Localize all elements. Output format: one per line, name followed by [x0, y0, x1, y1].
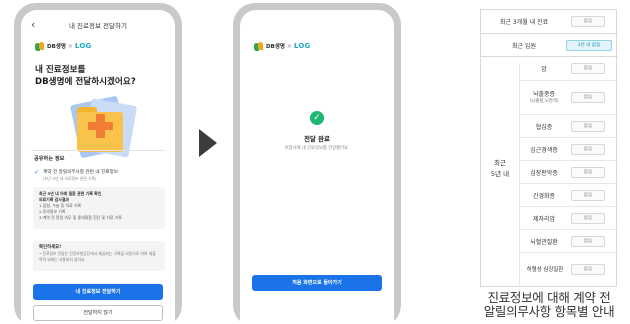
row-label: 간경화증 [532, 193, 556, 200]
heading-line-2: DB생명에 전달하시겠어요? [35, 77, 136, 87]
group-label: 최근 5년 내 [481, 158, 519, 180]
group-label-line: 5년 내 [490, 170, 510, 178]
status-badge: 없음 [571, 236, 605, 247]
status-badge: 없음 [571, 264, 605, 275]
brand-separator: × [286, 42, 292, 50]
caption: 진료정보에 대해 계약 전 알릴의무사항 항목별 안내 [474, 291, 624, 319]
row-sublabel: (뇌출혈,뇌경색) [529, 99, 559, 104]
brand-db-text: DB생명 [266, 44, 285, 50]
status-badge: 없음 [571, 121, 605, 132]
row-label: 심장판막증 [530, 170, 558, 177]
status-badge: 없음 [571, 63, 605, 74]
table-row: 간경화증 없음 [519, 183, 618, 206]
success-check-icon: ✓ [310, 111, 324, 125]
row-label: 최근 3개월 내 진료 [499, 19, 549, 26]
screen-title: 내 진료정보 전달하기 [69, 22, 127, 30]
check-icon: ✓ [34, 169, 40, 176]
notice-title: 확인하세요! [39, 245, 62, 250]
medical-folder-illustration [65, 95, 138, 159]
send-info-button[interactable]: 내 진료정보 전달하기 [33, 284, 163, 300]
caption-line-1: 진료정보에 대해 계약 전 [487, 290, 611, 305]
row-label: 암 [541, 66, 547, 73]
info-line: 3.계약 전 알릴 의무 및 중대질환 진단 및 치료 기록 [39, 215, 122, 220]
shared-info-subtext: (최근 5년 내 의료정보 관련 기록) [43, 176, 97, 181]
brand-separator: × [67, 42, 73, 50]
table-row: 최근 3개월 내 진료 없음 [481, 10, 618, 33]
page-heading: 내 진료정보를 DB생명에 전달하시겠어요? [35, 64, 136, 88]
notice-box: 확인하세요! • 진료정보 전달은 건강보험공단에서 제공되는 기록을 바탕으로… [33, 241, 165, 271]
table-row: 암 없음 [519, 57, 618, 80]
row-label: 뇌졸중증 [532, 91, 556, 98]
phone-frame-right: DB생명 × LOG ✓ 전달 완료 보험사에 내 진료정보를 전달했어요. 처… [233, 3, 401, 324]
back-to-home-button[interactable]: 처음 화면으로 돌아가기 [252, 275, 382, 291]
row-label: 뇌혈관질환 [530, 239, 558, 246]
top-bar: ‹ 내 진료정보 전달하기 [21, 18, 175, 32]
status-badge: 없음 [571, 190, 605, 201]
row-label: 제자리암 [532, 216, 556, 223]
shared-info-item: ✓ 계약 전 알릴의무사항 관련 내 진료정보 (최근 5년 내 의료정보 관련… [34, 169, 165, 182]
table-row: 심장판막증 없음 [519, 160, 618, 183]
table-row: 뇌혈관질환 없음 [519, 229, 618, 252]
row-label: 최근 입원 [512, 43, 536, 50]
table-row: 뇌졸중증 (뇌출혈,뇌경색) 없음 [519, 80, 618, 114]
decline-button[interactable]: 전달하지 않기 [33, 305, 163, 321]
table-row: 협심증 없음 [519, 114, 618, 137]
info-box: 최근 5년 내 아래 질환 관련 기록 확인 의료기록 검사결과 1.입원, 수… [33, 187, 165, 229]
complete-subtitle: 보험사에 내 진료정보를 전달했어요. [284, 146, 350, 151]
row-label: 허혈성 심장질환 [526, 267, 564, 273]
brand-logo: DB생명 × LOG [254, 41, 310, 51]
table-row: 최근 입원 3년 내 없음 [481, 33, 618, 56]
caption-line-2: 알릴의무사항 항목별 안내 [483, 304, 615, 319]
notice-text: • 진료정보 전달은 건강보험공단에서 제공되는 기록을 바탕으로 하며 제출 … [39, 251, 156, 262]
status-badge: 없음 [571, 144, 605, 155]
shared-info-text: 계약 전 알릴의무사항 관련 내 진료정보 [43, 170, 118, 175]
brand-db-text: DB생명 [47, 44, 66, 50]
disclosure-table: 최근 3개월 내 진료 없음 최근 입원 3년 내 없음 최근 5년 내 암 없… [480, 9, 618, 287]
table-row: 허혈성 심장질환 없음 [519, 252, 618, 286]
db-logo-icon [35, 41, 45, 51]
phone-frame-left: ‹ 내 진료정보 전달하기 DB생명 × LOG 내 진료정보를 DB생명에 전… [14, 3, 182, 324]
section-label: 공유하는 정보 [34, 156, 65, 162]
complete-title: 전달 완료 [304, 135, 330, 143]
brand-logo: DB생명 × LOG [35, 41, 91, 51]
table-row: 제자리암 없음 [519, 206, 618, 229]
status-badge: 없음 [571, 92, 605, 103]
group-label-line: 최근 [494, 159, 506, 167]
consent-screen: ‹ 내 진료정보 전달하기 DB생명 × LOG 내 진료정보를 DB생명에 전… [21, 10, 175, 324]
heading-line-1: 내 진료정보를 [35, 65, 86, 75]
brand-log-text: LOG [293, 42, 311, 50]
medical-cross-icon [88, 122, 113, 130]
brand-log-text: LOG [74, 42, 92, 50]
table-row: 심근경색증 없음 [519, 137, 618, 160]
row-label: 협심증 [535, 124, 553, 131]
status-badge: 3년 내 없음 [566, 40, 612, 51]
db-logo-icon [254, 41, 264, 51]
next-step-arrow-icon [199, 129, 217, 157]
status-badge: 없음 [571, 167, 605, 178]
divider [31, 150, 165, 151]
complete-screen: DB생명 × LOG ✓ 전달 완료 보험사에 내 진료정보를 전달했어요. 처… [240, 10, 394, 324]
status-badge: 없음 [571, 213, 605, 224]
row-label: 심근경색증 [530, 147, 558, 154]
status-badge: 없음 [571, 16, 605, 27]
